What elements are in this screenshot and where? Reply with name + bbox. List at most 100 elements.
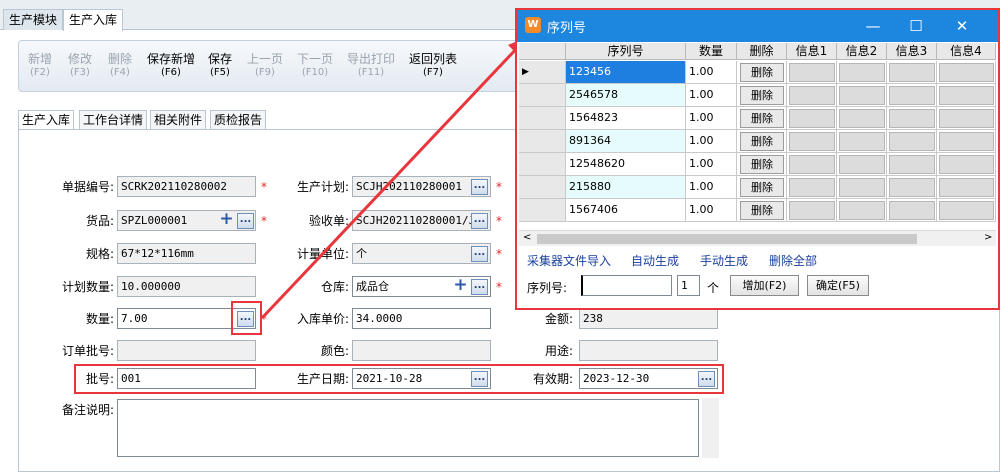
plan-qty-field[interactable]: 10.000000: [117, 276, 256, 297]
serial-cell[interactable]: 1567406: [566, 199, 686, 222]
info4-input[interactable]: [939, 155, 994, 174]
add-warehouse-icon[interactable]: +: [453, 277, 468, 294]
new-button[interactable]: 新增 (F2): [25, 53, 55, 79]
auto-generate-link[interactable]: 自动生成: [631, 254, 679, 268]
qty-cell[interactable]: 1.00: [686, 107, 737, 130]
info2-input[interactable]: [839, 178, 885, 197]
row-delete-button[interactable]: 删除: [740, 201, 784, 220]
row-delete-button[interactable]: 删除: [740, 155, 784, 174]
info4-input[interactable]: [939, 201, 994, 220]
info1-input[interactable]: [789, 178, 835, 197]
grid-horizontal-scrollbar[interactable]: < >: [519, 230, 996, 246]
info1-input[interactable]: [789, 155, 835, 174]
info3-input[interactable]: [889, 132, 935, 151]
color-field[interactable]: [352, 340, 491, 361]
col-serial[interactable]: 序列号: [566, 43, 686, 60]
doc-no-field[interactable]: SCRK202110280002: [117, 176, 256, 197]
qty-serial-ellipsis-button[interactable]: ...: [237, 311, 254, 327]
save-button[interactable]: 保存 (F5): [205, 53, 235, 79]
serial-cell[interactable]: 2546578: [566, 84, 686, 107]
add-goods-icon[interactable]: +: [219, 211, 234, 228]
info4-input[interactable]: [939, 86, 994, 105]
remark-scrollbar[interactable]: [702, 398, 719, 458]
amount-field[interactable]: 238: [579, 308, 718, 329]
save-new-button[interactable]: 保存新增 (F6): [145, 53, 197, 79]
delete-all-link[interactable]: 删除全部: [769, 254, 817, 268]
spec-field[interactable]: 67*12*116mm: [117, 243, 256, 264]
info2-input[interactable]: [839, 201, 885, 220]
row-header[interactable]: [519, 84, 566, 107]
row-delete-button[interactable]: 删除: [740, 86, 784, 105]
prod-date-picker-button[interactable]: ...: [471, 371, 488, 387]
info3-input[interactable]: [889, 86, 935, 105]
col-info1[interactable]: 信息1: [787, 43, 837, 60]
info2-input[interactable]: [839, 86, 885, 105]
info2-input[interactable]: [839, 109, 885, 128]
row-header[interactable]: [519, 153, 566, 176]
expiry-date-picker-button[interactable]: ...: [698, 371, 715, 387]
export-print-button[interactable]: 导出打印 (F11): [345, 53, 397, 79]
row-header[interactable]: [519, 199, 566, 222]
goods-field[interactable]: SPZL000001: [117, 210, 256, 231]
qty-cell[interactable]: 1.00: [686, 153, 737, 176]
info1-input[interactable]: [789, 132, 835, 151]
row-delete-button[interactable]: 删除: [740, 132, 784, 151]
tab-inbound[interactable]: 生产入库: [18, 110, 75, 130]
qty-cell[interactable]: 1.00: [686, 199, 737, 222]
col-info4[interactable]: 信息4: [937, 43, 996, 60]
qty-cell[interactable]: 1.00: [686, 84, 737, 107]
scroll-left-icon[interactable]: <: [523, 232, 531, 243]
maximize-icon[interactable]: ☐: [903, 16, 929, 36]
info1-input[interactable]: [789, 109, 835, 128]
serial-cell[interactable]: 215880: [566, 176, 686, 199]
usage-field[interactable]: [579, 340, 718, 361]
receipt-ellipsis-button[interactable]: ...: [471, 213, 488, 229]
info3-input[interactable]: [889, 178, 935, 197]
info1-input[interactable]: [789, 201, 835, 220]
info1-input[interactable]: [789, 63, 835, 82]
row-header[interactable]: [519, 176, 566, 199]
qty-cell[interactable]: 1.00: [686, 130, 737, 153]
unit-ellipsis-button[interactable]: ...: [471, 246, 488, 262]
order-batch-field[interactable]: [117, 340, 256, 361]
info3-input[interactable]: [889, 155, 935, 174]
batch-field[interactable]: 001: [117, 368, 256, 389]
manual-generate-link[interactable]: 手动生成: [700, 254, 748, 268]
col-info2[interactable]: 信息2: [837, 43, 887, 60]
remark-textarea[interactable]: [117, 399, 699, 457]
serial-input[interactable]: [581, 275, 672, 296]
confirm-button[interactable]: 确定(F5): [807, 275, 869, 296]
tab-workbench-detail[interactable]: 工作台详情: [79, 110, 148, 129]
row-delete-button[interactable]: 删除: [740, 178, 784, 197]
info3-input[interactable]: [889, 63, 935, 82]
delete-button[interactable]: 删除 (F4): [105, 53, 135, 79]
info4-input[interactable]: [939, 132, 994, 151]
plan-ellipsis-button[interactable]: ...: [471, 179, 488, 195]
scrollbar-thumb[interactable]: [537, 234, 917, 244]
tab-attachments[interactable]: 相关附件: [150, 110, 207, 129]
serial-cell[interactable]: 12548620: [566, 153, 686, 176]
qty-cell[interactable]: 1.00: [686, 176, 737, 199]
info2-input[interactable]: [839, 63, 885, 82]
next-page-button[interactable]: 下一页 (F10): [295, 53, 335, 79]
dialog-title-bar[interactable]: W 序列号 — ☐ ✕: [517, 10, 998, 42]
unit-price-field[interactable]: 34.0000: [352, 308, 491, 329]
tab-production-module[interactable]: 生产模块: [3, 9, 64, 30]
row-header[interactable]: [519, 130, 566, 153]
minimize-icon[interactable]: —: [860, 16, 886, 36]
info2-input[interactable]: [839, 132, 885, 151]
row-header[interactable]: [519, 107, 566, 130]
col-qty[interactable]: 数量: [686, 43, 737, 60]
current-row-indicator-icon[interactable]: ▶: [519, 61, 566, 84]
close-icon[interactable]: ✕: [949, 16, 975, 36]
info4-input[interactable]: [939, 178, 994, 197]
serial-cell[interactable]: 123456: [566, 61, 686, 84]
tab-production-inbound[interactable]: 生产入库: [63, 9, 124, 31]
info3-input[interactable]: [889, 109, 935, 128]
serial-cell[interactable]: 1564823: [566, 107, 686, 130]
col-delete[interactable]: 删除: [737, 43, 787, 60]
info2-input[interactable]: [839, 155, 885, 174]
info3-input[interactable]: [889, 201, 935, 220]
qty-cell[interactable]: 1.00: [686, 61, 737, 84]
scroll-right-icon[interactable]: >: [984, 232, 992, 243]
